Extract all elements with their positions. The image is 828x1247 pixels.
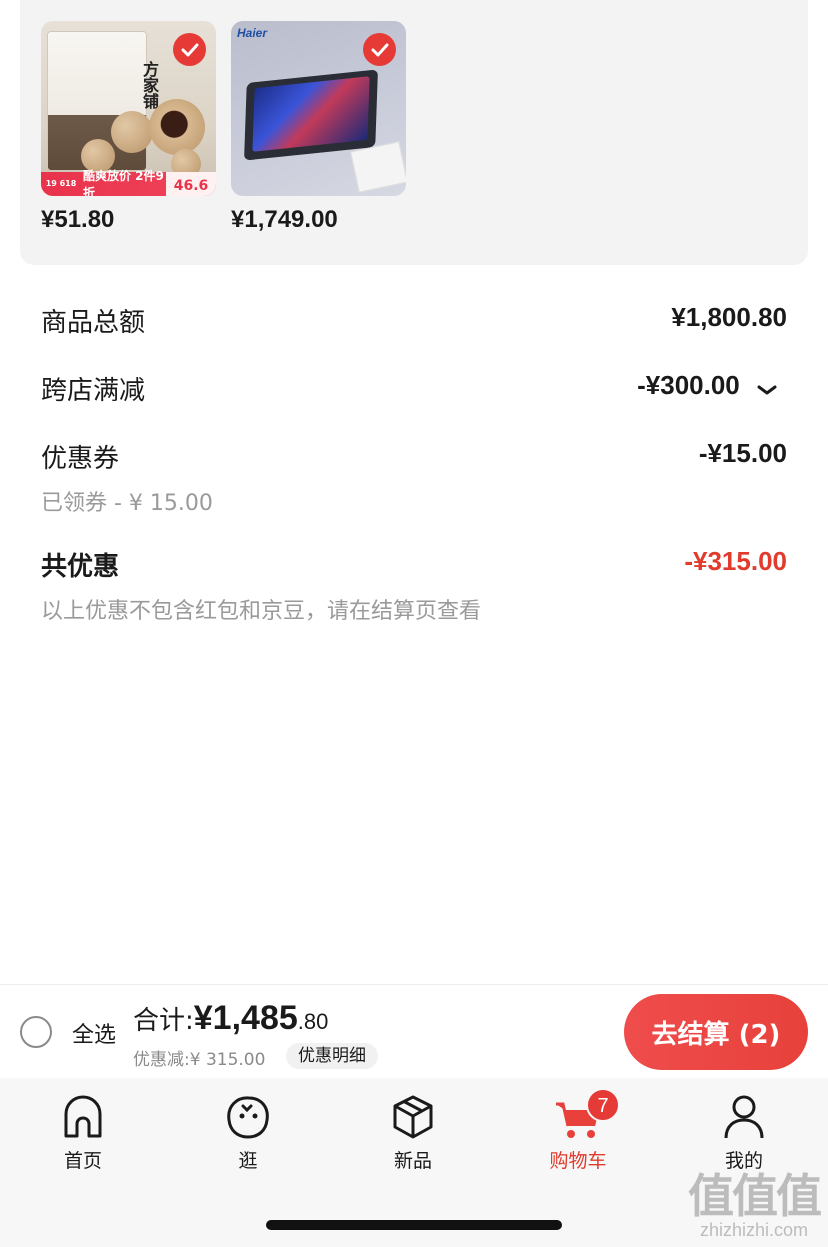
- selected-products-card: 方家铺 19 618 酷爽放价 2件9折 46.6 ¥51.80 Haier ¥…: [20, 0, 808, 265]
- tab-browse[interactable]: 逛: [198, 1092, 298, 1173]
- browse-face-icon: [223, 1092, 273, 1142]
- checkout-button[interactable]: 去结算 (2): [624, 994, 808, 1070]
- select-all-radio[interactable]: [20, 1016, 52, 1048]
- product-image[interactable]: Haier: [231, 21, 406, 196]
- tab-label: 逛: [238, 1150, 258, 1172]
- watermark-logo: 值值值: [688, 1169, 822, 1223]
- total-line: 合计:¥1,485.80: [133, 999, 328, 1038]
- cross-store-label: 跨店满减: [41, 376, 146, 406]
- select-all-label[interactable]: 全选: [72, 1017, 116, 1049]
- watermark: 值值值 zhizhizhi.com: [688, 1160, 822, 1241]
- tab-cart[interactable]: 7 购物车: [528, 1088, 628, 1173]
- product-price: ¥1,749.00: [231, 206, 338, 233]
- total-discount-value: -¥315.00: [684, 546, 787, 576]
- discount-amount-text: 优惠减:¥ 315.00: [133, 1050, 266, 1070]
- new-box-icon: [388, 1092, 438, 1142]
- cross-store-value: -¥300.00: [637, 370, 740, 400]
- coupon-note: 已领券 - ¥ 15.00: [41, 491, 213, 516]
- discount-disclaimer: 以上优惠不包含红包和京豆，请在结算页查看: [41, 599, 482, 624]
- profile-icon: [719, 1092, 769, 1142]
- tab-new[interactable]: 新品: [363, 1092, 463, 1173]
- coupon-label: 优惠券: [41, 444, 120, 474]
- total-decimal: .80: [297, 1009, 329, 1034]
- nut-graphic: [111, 111, 153, 153]
- tab-home[interactable]: 首页: [33, 1092, 133, 1173]
- discount-detail-button[interactable]: 优惠明细: [286, 1043, 378, 1069]
- brand-logo: Haier: [237, 26, 268, 40]
- goods-total-label: 商品总额: [41, 308, 146, 338]
- selected-check-icon[interactable]: [363, 33, 396, 66]
- product-price: ¥51.80: [41, 206, 115, 233]
- nut-open-graphic: [149, 99, 205, 155]
- tab-label: 新品: [393, 1150, 432, 1172]
- coupon-value: -¥15.00: [698, 438, 787, 468]
- total-label: 合计:: [133, 1006, 194, 1036]
- promo-banner: 19 618 酷爽放价 2件9折 46.6: [41, 169, 216, 196]
- promo-date: 19 618: [45, 179, 77, 188]
- promo-text: 酷爽放价 2件9折: [83, 169, 164, 196]
- bag-title-text: 方家铺: [140, 61, 159, 109]
- promo-price: 46.6: [166, 172, 216, 196]
- tab-label: 首页: [63, 1150, 102, 1172]
- total-discount-label: 共优惠: [41, 552, 120, 582]
- goods-total-value: ¥1,800.80: [671, 302, 787, 332]
- checkout-bar: 全选 合计:¥1,485.80 优惠减:¥ 315.00 优惠明细 去结算 (2…: [0, 984, 828, 1078]
- chevron-down-icon[interactable]: [757, 372, 777, 403]
- home-icon: [58, 1092, 108, 1142]
- paper-graphic: [350, 141, 406, 193]
- watermark-site: zhizhizhi.com: [699, 1220, 809, 1240]
- cross-store-value-wrap[interactable]: -¥300.00: [637, 370, 777, 403]
- product-image[interactable]: 方家铺 19 618 酷爽放价 2件9折 46.6: [41, 21, 216, 196]
- tab-label: 购物车: [549, 1150, 607, 1172]
- product-item-longan[interactable]: 方家铺 19 618 酷爽放价 2件9折 46.6 ¥51.80: [41, 21, 216, 234]
- cart-count-badge: 7: [586, 1088, 620, 1122]
- product-item-laptop[interactable]: Haier ¥1,749.00: [231, 21, 406, 234]
- home-indicator[interactable]: [266, 1220, 562, 1230]
- total-amount: ¥1,485: [193, 999, 298, 1037]
- selected-check-icon[interactable]: [173, 33, 206, 66]
- laptop-graphic: [244, 69, 378, 161]
